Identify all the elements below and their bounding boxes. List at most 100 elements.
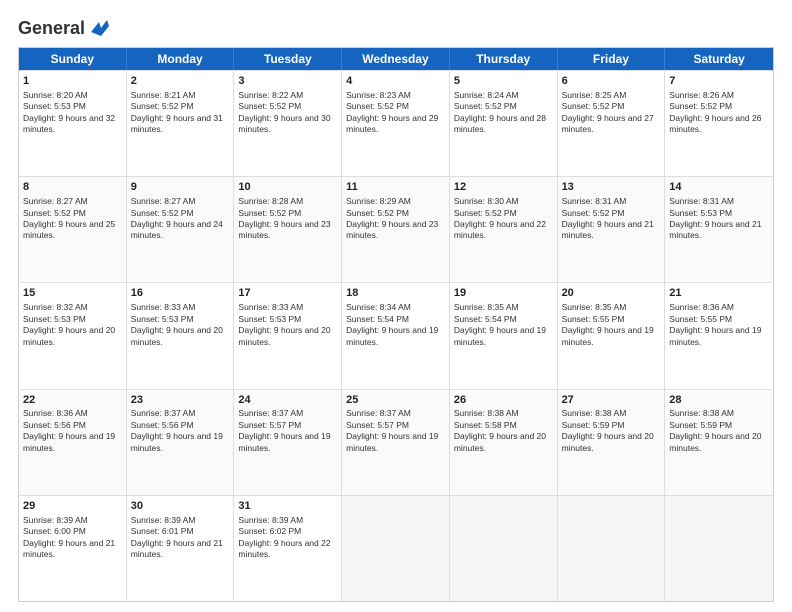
empty-cell bbox=[558, 496, 666, 601]
sunset-text: Sunset: 5:59 PM bbox=[562, 420, 625, 430]
day-number: 15 bbox=[23, 286, 122, 301]
sunset-text: Sunset: 5:53 PM bbox=[131, 314, 194, 324]
sunrise-text: Sunrise: 8:31 AM bbox=[562, 196, 627, 206]
day-number: 16 bbox=[131, 286, 230, 301]
day-cell-6: 6Sunrise: 8:25 AMSunset: 5:52 PM Daylight… bbox=[558, 71, 666, 176]
daylight-text: Daylight: 9 hours and 19 minutes. bbox=[669, 325, 761, 346]
empty-cell bbox=[665, 496, 773, 601]
sunrise-text: Sunrise: 8:36 AM bbox=[669, 302, 734, 312]
header-day-friday: Friday bbox=[558, 48, 666, 70]
sunset-text: Sunset: 5:57 PM bbox=[238, 420, 301, 430]
sunrise-text: Sunrise: 8:27 AM bbox=[23, 196, 88, 206]
day-cell-22: 22Sunrise: 8:36 AMSunset: 5:56 PMDayligh… bbox=[19, 390, 127, 495]
daylight-text: Daylight: 9 hours and 22 minutes. bbox=[238, 538, 330, 559]
sunset-text: Sunset: 5:56 PM bbox=[23, 420, 86, 430]
sunset-text: Sunset: 6:02 PM bbox=[238, 526, 301, 536]
day-number: 3 bbox=[238, 74, 337, 89]
daylight-text: Daylight: 9 hours and 26 minutes. bbox=[669, 113, 761, 134]
sunrise-text: Sunrise: 8:33 AM bbox=[238, 302, 303, 312]
day-cell-24: 24Sunrise: 8:37 AM Sunset: 5:57 PMDayligh… bbox=[234, 390, 342, 495]
logo-bird-icon bbox=[87, 18, 109, 36]
daylight-text: Daylight: 9 hours and 32 minutes. bbox=[23, 113, 115, 134]
sunset-text: Sunset: 5:52 PM bbox=[454, 208, 517, 218]
sunrise-text: Sunrise: 8:39 AM bbox=[23, 515, 88, 525]
sunrise-text: Sunrise: 8:35 AM bbox=[562, 302, 627, 312]
sunset-text: Sunset: 5:52 PM bbox=[669, 101, 732, 111]
daylight-text: Daylight: 9 hours and 19 minutes. bbox=[238, 431, 330, 452]
day-cell-20: 20Sunrise: 8:35 AMSunset: 5:55 PMDayligh… bbox=[558, 283, 666, 388]
sunrise-text: Sunrise: 8:25 AM bbox=[562, 90, 627, 100]
sunrise-text: Sunrise: 8:38 AM bbox=[454, 408, 519, 418]
day-cell-29: 29Sunrise: 8:39 AMSunset: 6:00 PMDayligh… bbox=[19, 496, 127, 601]
sunrise-text: Sunrise: 8:37 AM bbox=[238, 408, 303, 418]
day-cell-8: 8Sunrise: 8:27 AMSunset: 5:52 PMDaylight… bbox=[19, 177, 127, 282]
sunset-text: Sunset: 5:52 PM bbox=[238, 208, 301, 218]
sunset-text: Sunset: 5:59 PM bbox=[669, 420, 732, 430]
day-number: 23 bbox=[131, 393, 230, 408]
day-number: 6 bbox=[562, 74, 661, 89]
day-number: 12 bbox=[454, 180, 553, 195]
day-cell-17: 17Sunrise: 8:33 AMSunset: 5:53 PMDayligh… bbox=[234, 283, 342, 388]
sunrise-text: Sunrise: 8:23 AM bbox=[346, 90, 411, 100]
sunrise-text: Sunrise: 8:37 AM bbox=[131, 408, 196, 418]
day-cell-26: 26Sunrise: 8:38 AMSunset: 5:58 PMDayligh… bbox=[450, 390, 558, 495]
header: General bbox=[18, 18, 774, 39]
day-number: 25 bbox=[346, 393, 445, 408]
daylight-text: Daylight: 9 hours and 27 minutes. bbox=[562, 113, 654, 134]
day-cell-28: 28Sunrise: 8:38 AM Sunset: 5:59 PMDayligh… bbox=[665, 390, 773, 495]
sunset-text: Sunset: 5:53 PM bbox=[238, 314, 301, 324]
daylight-text: Daylight: 9 hours and 29 minutes. bbox=[346, 113, 438, 134]
sunrise-text: Sunrise: 8:31 AM bbox=[669, 196, 734, 206]
day-number: 2 bbox=[131, 74, 230, 89]
daylight-text: Daylight: 9 hours and 19 minutes. bbox=[131, 431, 223, 452]
daylight-text: Daylight: 9 hours and 19 minutes. bbox=[454, 325, 546, 346]
day-number: 28 bbox=[669, 393, 769, 408]
sunrise-text: Sunrise: 8:34 AM bbox=[346, 302, 411, 312]
calendar-header: SundayMondayTuesdayWednesdayThursdayFrid… bbox=[19, 48, 773, 70]
day-number: 13 bbox=[562, 180, 661, 195]
daylight-text: Daylight: 9 hours and 20 minutes. bbox=[669, 431, 761, 452]
day-number: 22 bbox=[23, 393, 122, 408]
day-number: 19 bbox=[454, 286, 553, 301]
sunset-text: Sunset: 6:01 PM bbox=[131, 526, 194, 536]
daylight-text: Daylight: 9 hours and 21 minutes. bbox=[562, 219, 654, 240]
sunrise-text: Sunrise: 8:36 AM bbox=[23, 408, 88, 418]
header-day-sunday: Sunday bbox=[19, 48, 127, 70]
day-number: 14 bbox=[669, 180, 769, 195]
day-cell-27: 27Sunrise: 8:38 AMSunset: 5:59 PMDayligh… bbox=[558, 390, 666, 495]
sunset-text: Sunset: 6:00 PM bbox=[23, 526, 86, 536]
empty-cell bbox=[342, 496, 450, 601]
sunset-text: Sunset: 5:55 PM bbox=[669, 314, 732, 324]
daylight-text: Daylight: 9 hours and 30 minutes. bbox=[238, 113, 330, 134]
sunset-text: Sunset: 5:52 PM bbox=[346, 208, 409, 218]
daylight-text: Daylight: 9 hours and 25 minutes. bbox=[23, 219, 115, 240]
header-day-wednesday: Wednesday bbox=[342, 48, 450, 70]
empty-cell bbox=[450, 496, 558, 601]
sunset-text: Sunset: 5:52 PM bbox=[562, 101, 625, 111]
day-cell-16: 16Sunrise: 8:33 AMSunset: 5:53 PMDayligh… bbox=[127, 283, 235, 388]
sunset-text: Sunset: 5:54 PM bbox=[346, 314, 409, 324]
sunset-text: Sunset: 5:53 PM bbox=[23, 314, 86, 324]
sunrise-text: Sunrise: 8:24 AM bbox=[454, 90, 519, 100]
daylight-text: Daylight: 9 hours and 19 minutes. bbox=[346, 325, 438, 346]
sunrise-text: Sunrise: 8:26 AM bbox=[669, 90, 734, 100]
logo-general: General bbox=[18, 18, 85, 39]
day-cell-1: 1Sunrise: 8:20 AMSunset: 5:53 PMDaylight… bbox=[19, 71, 127, 176]
day-cell-30: 30Sunrise: 8:39 AMSunset: 6:01 PMDayligh… bbox=[127, 496, 235, 601]
day-number: 1 bbox=[23, 74, 122, 89]
daylight-text: Daylight: 9 hours and 28 minutes. bbox=[454, 113, 546, 134]
sunset-text: Sunset: 5:52 PM bbox=[23, 208, 86, 218]
sunrise-text: Sunrise: 8:30 AM bbox=[454, 196, 519, 206]
day-number: 26 bbox=[454, 393, 553, 408]
day-number: 24 bbox=[238, 393, 337, 408]
calendar-week-4: 22Sunrise: 8:36 AM Sunset: 5:56 PM Dayligh… bbox=[19, 389, 773, 495]
sunrise-text: Sunrise: 8:38 AM bbox=[669, 408, 734, 418]
daylight-text: Daylight: 9 hours and 19 minutes. bbox=[346, 431, 438, 452]
calendar-body: 1Sunrise: 8:20 AMSunset: 5:53 PMDaylight… bbox=[19, 70, 773, 601]
calendar: SundayMondayTuesdayWednesdayThursdayFrid… bbox=[18, 47, 774, 602]
sunrise-text: Sunrise: 8:21 AM bbox=[131, 90, 196, 100]
sunrise-text: Sunrise: 8:22 AM bbox=[238, 90, 303, 100]
daylight-text: Daylight: 9 hours and 31 minutes. bbox=[131, 113, 223, 134]
day-cell-14: 14Sunrise: 8:31 AMSunset: 5:53 PMDayligh… bbox=[665, 177, 773, 282]
day-number: 17 bbox=[238, 286, 337, 301]
